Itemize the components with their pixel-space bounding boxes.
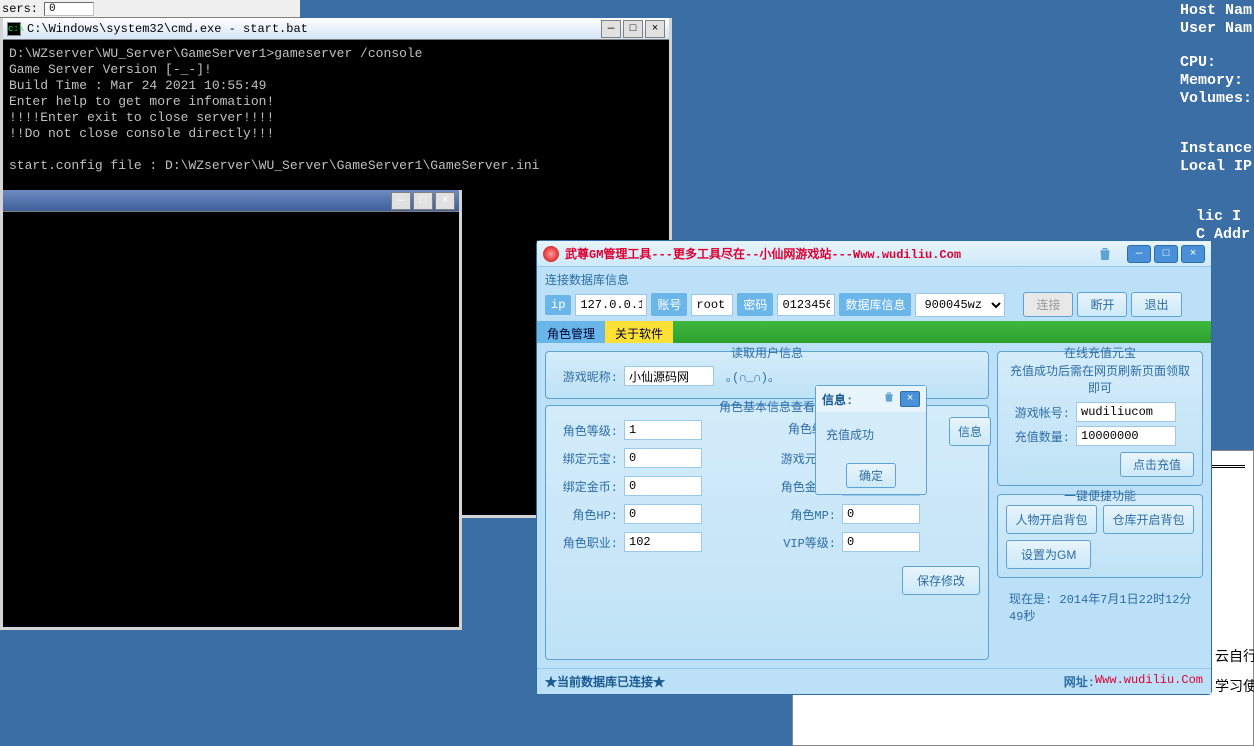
app-logo-icon — [543, 246, 559, 262]
gm-title-text: 武尊GM管理工具---更多工具尽在--小仙网游戏站---Www.wudiliu.… — [565, 245, 961, 262]
site-label: 网址: — [1064, 673, 1095, 690]
maximize-button[interactable]: □ — [1154, 245, 1178, 263]
cmd-output[interactable]: D:\WZserver\WU_Server\GameServer1>gamese… — [3, 40, 669, 180]
recharge-acct-label: 游戏帐号: — [1006, 404, 1070, 421]
recharge-qty-input[interactable] — [1076, 426, 1176, 446]
host-info-panel: Host Nam User Nam CPU: Memory: Volumes: … — [1180, 2, 1252, 244]
role-level-label: 角色等级: — [554, 422, 618, 439]
popup-title: 信息: — [822, 391, 853, 408]
read-user-legend: 读取用户信息 — [727, 344, 807, 361]
role-job-label: 角色职业: — [554, 534, 618, 551]
set-gm-button[interactable]: 设置为GM — [1006, 540, 1091, 569]
open-warehouse-button[interactable]: 仓库开启背包 — [1103, 505, 1194, 534]
bind-gold-label: 绑定金币: — [554, 478, 618, 495]
connect-button[interactable]: 连接 — [1023, 292, 1073, 317]
recharge-button[interactable]: 点击充值 — [1120, 452, 1194, 477]
role-job-input[interactable] — [624, 532, 702, 552]
db-select[interactable]: 900045wz — [915, 293, 1005, 317]
cmd-icon: c:\ — [7, 22, 21, 36]
users-label: sers: — [2, 2, 38, 16]
bind-yb-label: 绑定元宝: — [554, 450, 618, 467]
memory-label: Memory: — [1180, 72, 1252, 90]
users-bar: sers: 0 — [0, 0, 300, 18]
ip-label: ip — [545, 295, 571, 315]
status-text: ★当前数据库已连接★ — [545, 673, 665, 690]
trash-icon[interactable] — [1096, 245, 1114, 263]
cmd-window-2: — □ × — [0, 190, 462, 630]
face-emoji: ｡(∩_∩)｡ — [726, 368, 774, 385]
recharge-legend: 在线充值元宝 — [1060, 344, 1140, 361]
localip-label: Local IP — [1180, 158, 1252, 176]
minimize-button[interactable]: — — [601, 20, 621, 38]
role-basic-legend: 角色基本信息查看 — [715, 398, 819, 415]
message-popup: 信息: × 充值成功 确定 — [815, 385, 927, 495]
role-hp-label: 角色HP: — [554, 506, 618, 523]
tab-bar: 角色管理 关于软件 — [537, 321, 1211, 343]
nickname-label: 游戏昵称: — [554, 368, 618, 385]
recharge-note: 充值成功后需在网页刷新页面领取即可 — [1006, 362, 1194, 396]
close-button[interactable]: × — [645, 20, 665, 38]
role-mp-input[interactable] — [842, 504, 920, 524]
minimize-button[interactable]: — — [1127, 245, 1151, 263]
connection-section: ip 账号 密码 数据库信息 900045wz 连接 断开 退出 — [537, 288, 1211, 321]
recharge-group: 在线充值元宝 充值成功后需在网页刷新页面领取即可 游戏帐号: 充值数量: 点击充… — [997, 351, 1203, 486]
cmd-title-text: C:\Windows\system32\cmd.exe - start.bat — [27, 22, 308, 36]
open-bag-button[interactable]: 人物开启背包 — [1006, 505, 1097, 534]
volumes-label: Volumes: — [1180, 90, 1252, 108]
popup-close-button[interactable]: × — [900, 391, 920, 407]
tab-about[interactable]: 关于软件 — [605, 321, 673, 343]
account-input[interactable] — [691, 294, 733, 316]
cmd-titlebar[interactable]: c:\ C:\Windows\system32\cmd.exe - start.… — [3, 18, 669, 40]
recharge-qty-label: 充值数量: — [1006, 428, 1070, 445]
cmd2-titlebar[interactable]: — □ × — [3, 190, 459, 212]
trash-icon[interactable] — [882, 390, 896, 408]
bind-yb-input[interactable] — [624, 448, 702, 468]
conn-section-label: 连接数据库信息 — [545, 274, 629, 288]
popup-ok-button[interactable]: 确定 — [846, 463, 896, 488]
role-mp-label: 角色MP: — [772, 506, 836, 523]
current-time: 现在是: 2014年7月1日22时12分49秒 — [997, 590, 1203, 624]
ip-input[interactable] — [575, 294, 647, 316]
maximize-button[interactable]: □ — [413, 192, 433, 210]
host-name-label: Host Nam — [1180, 2, 1252, 20]
exit-button[interactable]: 退出 — [1131, 292, 1181, 317]
save-button[interactable]: 保存修改 — [902, 566, 980, 595]
bind-gold-input[interactable] — [624, 476, 702, 496]
users-value: 0 — [44, 2, 94, 16]
gm-titlebar[interactable]: 武尊GM管理工具---更多工具尽在--小仙网游戏站---Www.wudiliu.… — [537, 241, 1211, 267]
db-label: 数据库信息 — [839, 293, 911, 316]
doc-text-2: 学习使用 — [1215, 677, 1254, 699]
role-hp-input[interactable] — [624, 504, 702, 524]
popup-body: 充值成功 — [816, 412, 926, 457]
password-input[interactable] — [777, 294, 835, 316]
user-name-label: User Nam — [1180, 20, 1252, 38]
publicip-label: lic I — [1180, 208, 1252, 226]
maximize-button[interactable]: □ — [623, 20, 643, 38]
close-button[interactable]: × — [435, 192, 455, 210]
instance-label: Instance — [1180, 140, 1252, 158]
tab-role-mgmt[interactable]: 角色管理 — [537, 321, 605, 343]
shortcut-legend: 一键便捷功能 — [1060, 487, 1140, 504]
info-button-peek[interactable]: 信息 — [949, 417, 991, 446]
account-label: 账号 — [651, 293, 687, 316]
doc-text-1: 云自行 — [1215, 647, 1254, 669]
disconnect-button[interactable]: 断开 — [1077, 292, 1127, 317]
nickname-input[interactable] — [624, 366, 714, 386]
cpu-label: CPU: — [1180, 54, 1252, 72]
minimize-button[interactable]: — — [391, 192, 411, 210]
shortcut-group: 一键便捷功能 人物开启背包 仓库开启背包 设置为GM — [997, 494, 1203, 578]
gm-statusbar: ★当前数据库已连接★ 网址: Www.wudiliu.Com — [537, 668, 1211, 694]
close-button[interactable]: × — [1181, 245, 1205, 263]
vip-input[interactable] — [842, 532, 920, 552]
password-label: 密码 — [737, 293, 773, 316]
site-url: Www.wudiliu.Com — [1095, 673, 1203, 690]
gm-tool-window: 武尊GM管理工具---更多工具尽在--小仙网游戏站---Www.wudiliu.… — [536, 240, 1212, 695]
recharge-acct-input[interactable] — [1076, 402, 1176, 422]
vip-label: VIP等级: — [772, 534, 836, 551]
role-level-input[interactable] — [624, 420, 702, 440]
